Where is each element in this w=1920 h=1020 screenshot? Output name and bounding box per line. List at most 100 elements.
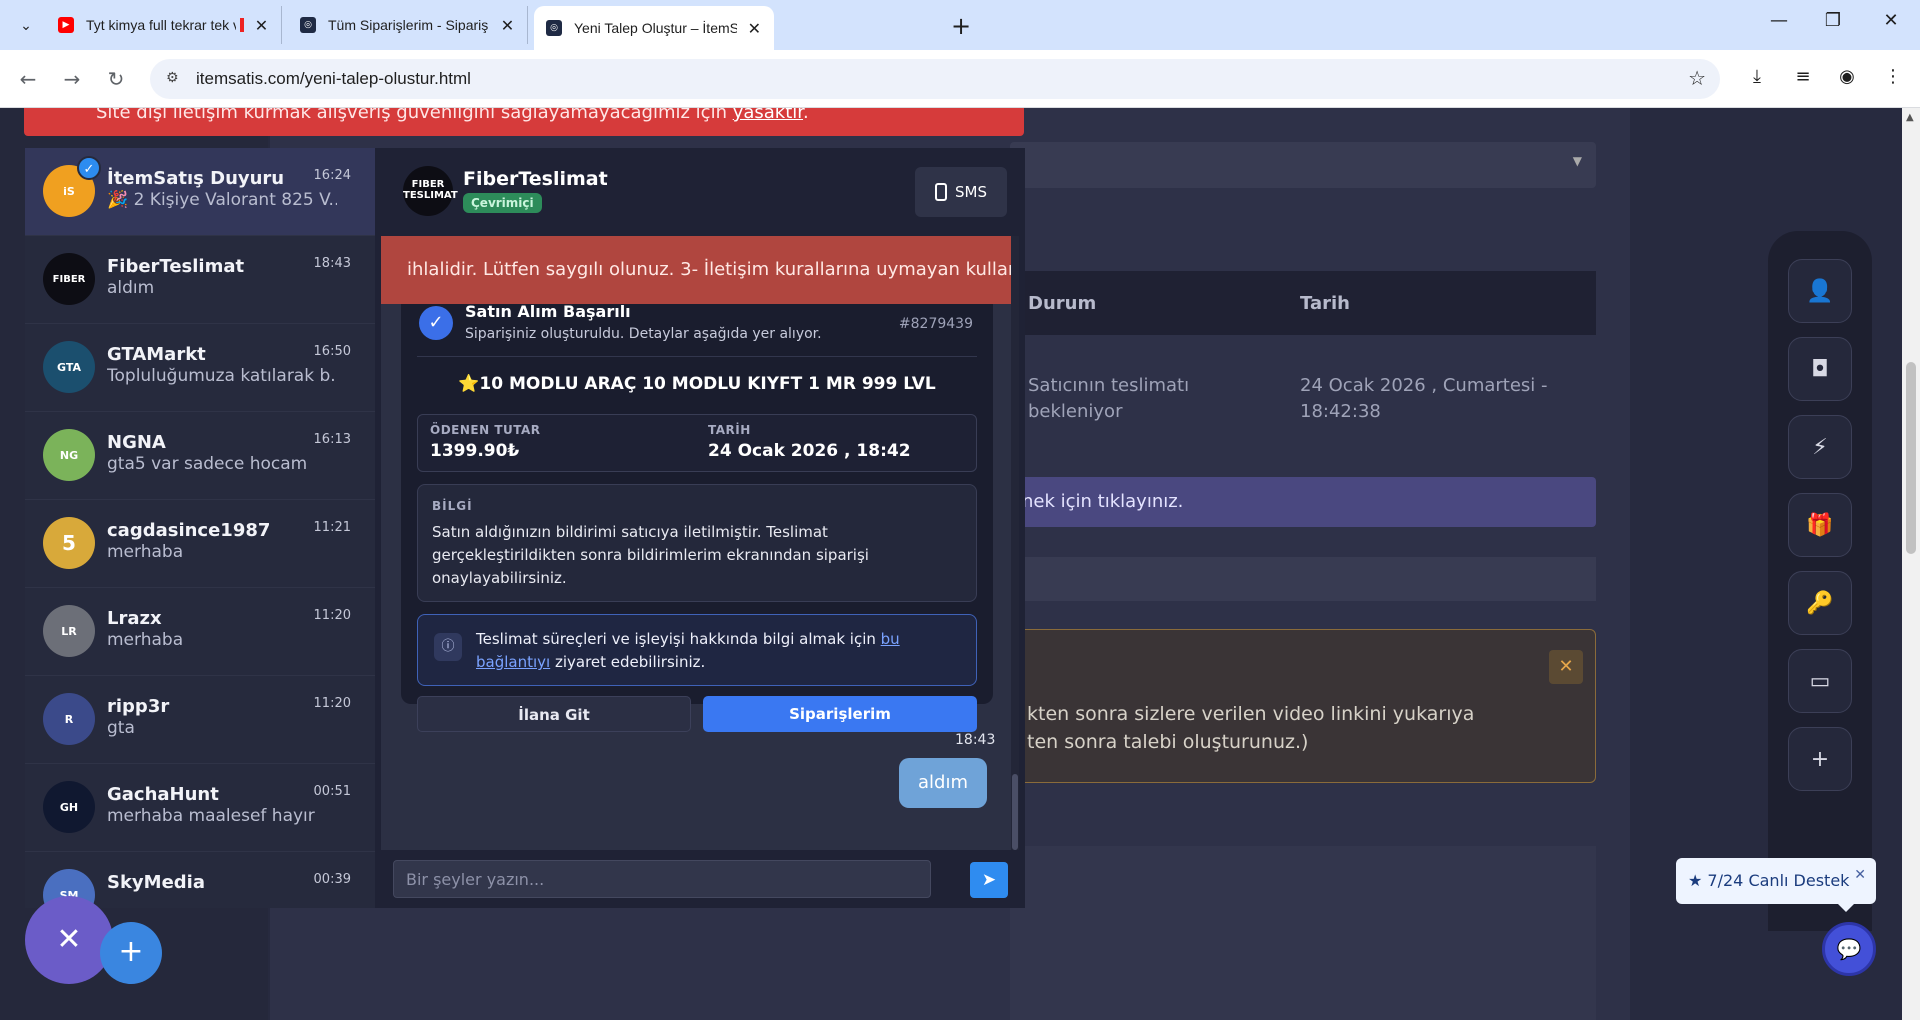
live-support-button[interactable]: 💬 — [1822, 922, 1876, 976]
live-support-label: ★ 7/24 Canlı Destek — [1688, 871, 1850, 890]
avatar-text: 5 — [62, 530, 76, 555]
tooltip-close-icon[interactable]: ✕ — [1854, 852, 1866, 898]
warning-text: kten sonra sizlere verilen video linkini… — [1027, 700, 1474, 756]
live-support-tooltip[interactable]: ★ 7/24 Canlı Destek ✕ — [1676, 858, 1876, 912]
avatar: GH — [43, 781, 95, 833]
tab-close-icon[interactable]: ✕ — [500, 16, 515, 35]
date-label: TARİH — [708, 423, 751, 437]
verified-badge-icon: ✓ — [77, 156, 101, 180]
conversation-item[interactable]: NG NGNA gta5 var sadece hocam 16:13 — [25, 412, 375, 500]
reload-icon[interactable]: ↻ — [102, 65, 130, 93]
conversation-name: SkyMedia — [107, 872, 205, 893]
info-circle-icon: ⓘ — [434, 633, 462, 661]
order-title: Satın Alım Başarılı — [465, 302, 631, 321]
message-input[interactable] — [393, 860, 931, 898]
minimize-icon[interactable]: — — [1764, 10, 1794, 31]
chat-scrollbar[interactable] — [1011, 236, 1019, 850]
restore-icon[interactable]: ❐ — [1818, 10, 1848, 31]
close-chat-button[interactable]: ✕ — [25, 896, 113, 984]
contact-warning-alert: Site dışı iletişim kurmak alışveriş güve… — [24, 108, 1024, 136]
conversation-name: GTAMarkt — [107, 344, 206, 365]
scrollbar-thumb[interactable] — [1906, 362, 1916, 554]
instagram-icon[interactable]: ◘ — [1788, 337, 1852, 401]
bookmark-star-icon[interactable]: ☆ — [1688, 66, 1706, 90]
conversation-item[interactable]: LR Lrazx merhaba 11:20 — [25, 588, 375, 676]
user-icon[interactable]: 👤 — [1788, 259, 1852, 323]
send-button[interactable]: ➤ — [970, 862, 1008, 898]
browser-tab-new-ticket[interactable]: ◎ Yeni Talep Oluştur – İtemSatış D ✕ — [534, 6, 774, 50]
conversation-name: GachaHunt — [107, 784, 219, 805]
address-bar[interactable]: ⚙ itemsatis.com/yeni-talep-olustur.html … — [150, 59, 1720, 99]
url-text[interactable]: itemsatis.com/yeni-talep-olustur.html — [196, 69, 471, 89]
menu-dots-icon[interactable]: ⋮ — [1880, 66, 1906, 87]
site-info-icon[interactable]: ⚙ — [166, 70, 179, 86]
new-tab-button[interactable]: + — [948, 12, 974, 40]
order-status-cell: Satıcının teslimatı bekleniyor — [1028, 375, 1190, 422]
itemsatis-favicon-icon: ◎ — [546, 20, 562, 36]
info-banner-text: nek için tıklayınız. — [1022, 491, 1184, 512]
my-orders-button[interactable]: Siparişlerim — [703, 696, 977, 732]
close-window-icon[interactable]: ✕ — [1876, 10, 1906, 31]
info-title: BİLGİ — [432, 499, 473, 513]
scroll-up-icon[interactable]: ▲ — [1906, 112, 1914, 123]
profile-icon[interactable]: ◉ — [1834, 66, 1860, 87]
input-strip[interactable] — [1010, 557, 1596, 601]
right-icon-dock: 👤 ◘ ⚡ 🎁 🔑 ▭ + — [1768, 231, 1872, 931]
close-icon: ✕ — [56, 922, 82, 957]
conversation-item[interactable]: GTA GTAMarkt Topluluğumuza katılarak b..… — [25, 324, 375, 412]
download-icon[interactable]: ⤓ — [1744, 66, 1770, 87]
go-to-listing-button[interactable]: İlana Git — [417, 696, 691, 732]
wallet-icon[interactable]: ▭ — [1788, 649, 1852, 713]
contact-avatar-text: FIBER TESLIMAT — [403, 179, 458, 201]
back-icon[interactable]: ← — [14, 65, 42, 93]
browser-tab-youtube[interactable]: ▶ Tyt kimya full tekrar tek video ✕ — [46, 6, 282, 44]
page-scrollbar[interactable]: ▲ — [1902, 108, 1920, 1020]
conversation-item[interactable]: FIBER FiberTeslimat aldım 18:43 — [25, 236, 375, 324]
avatar: LR — [43, 605, 95, 657]
conversation-preview: gta — [107, 718, 135, 738]
conversation-time: 11:21 — [313, 520, 351, 535]
tab-close-icon[interactable]: ✕ — [747, 19, 762, 38]
th-status: Durum — [1028, 293, 1097, 314]
chat-scrollbar-thumb[interactable] — [1012, 774, 1018, 850]
info-box: BİLGİ Satın aldığınızın bildirimi satıcı… — [417, 484, 977, 602]
conversation-item[interactable]: 5 cagdasince1987 merhaba 11:21 — [25, 500, 375, 588]
conversation-time: 16:50 — [313, 344, 351, 359]
conversation-item[interactable]: iS ✓ İtemSatış Duyuru 🎉 2 Kişiye Valoran… — [25, 148, 375, 236]
message-time: 18:43 — [955, 732, 996, 748]
chevron-down-icon: ▼ — [1572, 154, 1582, 168]
avatar-text: NG — [59, 448, 79, 462]
forward-icon[interactable]: → — [58, 65, 86, 93]
key-icon[interactable]: 🔑 — [1788, 571, 1852, 635]
tab-close-icon[interactable]: ✕ — [254, 16, 269, 35]
lightning-icon[interactable]: ⚡ — [1788, 415, 1852, 479]
avatar-text: FIBER — [52, 273, 86, 285]
conversation-item[interactable]: R ripp3r gta 11:20 — [25, 676, 375, 764]
info-body: Satın aldığınızın bildirimi satıcıya ile… — [432, 523, 869, 587]
conversation-time: 00:39 — [313, 872, 351, 887]
conversation-item[interactable]: GH GachaHunt merhaba maalesef hayır 00:5… — [25, 764, 375, 852]
tab-title: Tyt kimya full tekrar tek video — [86, 17, 236, 33]
tab-search-chevron-icon[interactable]: ⌄ — [14, 14, 38, 38]
sms-button[interactable]: SMS — [915, 167, 1007, 217]
plus-icon[interactable]: + — [1788, 727, 1852, 791]
order-success-card: ✓ Satın Alım Başarılı Siparişiniz oluştu… — [401, 276, 993, 732]
conversation-time: 00:51 — [313, 784, 351, 799]
browser-tab-orders[interactable]: ◎ Tüm Siparişlerim - Sipariş Geçmi ✕ — [288, 6, 528, 44]
new-chat-button[interactable]: + — [100, 922, 162, 984]
alert-tail: . — [803, 108, 809, 123]
info-banner[interactable]: nek için tıklayınız. — [1010, 477, 1596, 527]
delivery-info-box: ⓘ Teslimat süreçleri ve işleyişi hakkınd… — [417, 614, 977, 686]
alert-link[interactable]: yasaktır — [733, 108, 803, 123]
media-control-icon[interactable]: ≡ — [1790, 66, 1816, 87]
avatar: FIBER — [43, 253, 95, 305]
conversation-time: 11:20 — [313, 696, 351, 711]
chat-header: FIBER TESLIMAT FiberTeslimat Çevrimiçi S… — [375, 148, 1025, 236]
check-icon: ✓ — [419, 306, 453, 340]
conversation-name: NGNA — [107, 432, 166, 453]
delivery-info-post: ziyaret edebilirsiniz. — [550, 653, 706, 671]
warning-close-button[interactable]: ✕ — [1549, 650, 1583, 684]
gift-icon[interactable]: 🎁 — [1788, 493, 1852, 557]
category-select[interactable]: ▼ — [1010, 142, 1596, 188]
page-content: ▼ Durum Tarih Satıcının teslimatı beklen… — [0, 108, 1920, 1020]
